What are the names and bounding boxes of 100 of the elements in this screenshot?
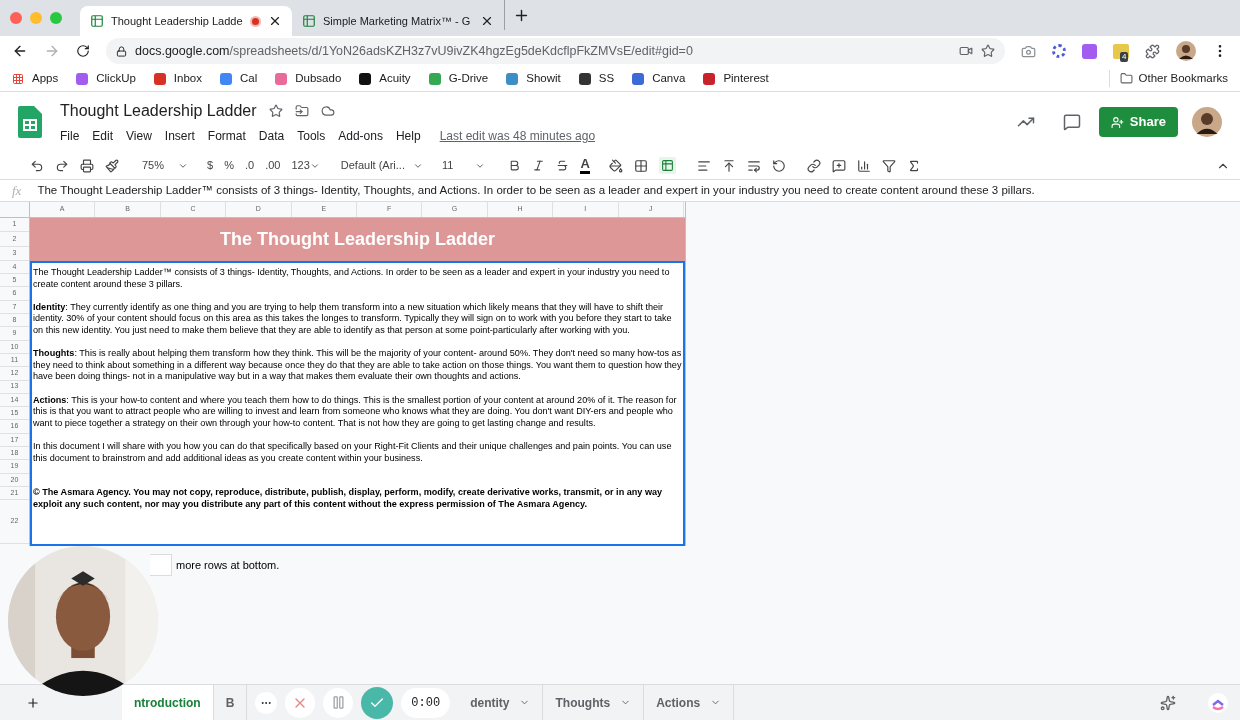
- sheet-tab[interactable]: dentity: [458, 685, 544, 720]
- borders-icon[interactable]: [633, 158, 648, 173]
- reload-icon[interactable]: [76, 44, 90, 58]
- clickup-icon[interactable]: [1208, 692, 1228, 713]
- wrap-icon[interactable]: [746, 158, 761, 173]
- vertical-align-icon[interactable]: [721, 158, 736, 173]
- bookmark-link[interactable]: Canva: [632, 69, 686, 88]
- filter-icon[interactable]: [881, 158, 896, 173]
- document-title[interactable]: Thought Leadership Ladder: [60, 99, 257, 123]
- bookmark-link[interactable]: SS: [578, 69, 615, 88]
- cell-paragraph: The Thought Leadership Ladder™ consists of 3 things- Identity, Thoughts, and Actions. In order to be seen as a leader and expert in your industry you need to create content around these 3 pillars.: [33, 267, 671, 291]
- bookmark-link[interactable]: G-Drive: [428, 69, 489, 88]
- cell-paragraph: Thoughts: This is really about helping them transform how they think. This will be the majority of your content- around 50%. They don't need so many how-tos as they need to think about something in a different way because once they do that they are able to take action on those things. You want them to question how they have been doing things- not in a manipulative way but in a way that makes them evaluate their own thoughts and actions.: [33, 348, 682, 383]
- more-options-button[interactable]: [255, 691, 278, 714]
- menu-item[interactable]: View: [126, 127, 152, 145]
- add-sheet-icon[interactable]: [26, 695, 40, 710]
- bold-icon[interactable]: [508, 159, 522, 172]
- fill-color-icon[interactable]: [608, 158, 623, 173]
- rotate-icon[interactable]: [771, 158, 786, 173]
- share-button[interactable]: Share: [1098, 107, 1178, 137]
- menu-item[interactable]: Insert: [164, 127, 195, 145]
- increase-decimal-button[interactable]: .00: [265, 157, 281, 174]
- bookmark-link[interactable]: ClickUp: [76, 69, 136, 88]
- cell-paragraph: © The Asmara Agency. You may not copy, reproduce, distribute, publish, display, perform, modify, create derivative works, transmit, or in any way exploit any such content, nor may you distribute any part of this content without the express permission of The Asmara Agency.: [33, 487, 664, 511]
- align-icon[interactable]: [696, 158, 711, 173]
- bookmark-link[interactable]: Showit: [506, 69, 561, 88]
- extension-badge: 4: [1120, 51, 1129, 62]
- browser-tab[interactable]: Thought Leadership Ladde: [80, 6, 292, 36]
- menu-item[interactable]: File: [60, 127, 80, 145]
- row-count-field[interactable]: [150, 554, 172, 576]
- menu-item[interactable]: Add-ons: [338, 127, 383, 145]
- number-format-dropdown[interactable]: 123: [291, 157, 320, 174]
- lock-icon: [116, 45, 127, 57]
- person-icon: [1110, 115, 1124, 129]
- redo-icon[interactable]: [55, 158, 69, 173]
- sheet-tab[interactable]: Actions: [644, 685, 735, 720]
- move-icon[interactable]: [294, 104, 309, 118]
- currency-button[interactable]: $: [207, 157, 214, 174]
- avatar-icon[interactable]: [1192, 107, 1222, 137]
- explore-icon[interactable]: [1160, 694, 1176, 711]
- video-camera-icon[interactable]: [959, 44, 973, 58]
- bookmark-link[interactable]: Pinterest: [703, 69, 769, 88]
- merge-cells-button[interactable]: [658, 157, 676, 174]
- extensions-icon[interactable]: [1145, 43, 1160, 59]
- menu-item[interactable]: Format: [207, 127, 246, 145]
- camera-icon[interactable]: [1021, 43, 1036, 59]
- avatar-icon[interactable]: [1176, 41, 1196, 61]
- percent-button[interactable]: %: [224, 157, 234, 174]
- close-tab-icon[interactable]: [268, 14, 282, 28]
- cell-paragraph: Actions: This is your how-to content and where you teach them how to do things. This is the smallest portion of your content at around 20% of it. The reason for this is that you want to attract people who are willing to invest and learn from someone who knows what they are doing. You don't want DIY-ers and people who want to piece together a strategy on their own through your how-to content. That is not how they are going to get lasting change and results.: [33, 394, 678, 430]
- back-icon[interactable]: [12, 43, 28, 59]
- sheet-title: The Thought Leadership Ladder: [220, 228, 495, 251]
- comments-icon[interactable]: [1062, 113, 1081, 131]
- strikethrough-icon[interactable]: [556, 159, 570, 172]
- folder-icon: [1119, 72, 1133, 85]
- font-size-dropdown[interactable]: 11: [441, 157, 486, 174]
- comment-icon[interactable]: [831, 158, 846, 173]
- bookmark-link[interactable]: Apps: [12, 69, 59, 88]
- sheet-tab[interactable]: ntroduction: [122, 685, 214, 720]
- undo-icon[interactable]: [30, 158, 44, 173]
- bookmark-link[interactable]: Cal: [220, 69, 258, 88]
- link-icon[interactable]: [806, 158, 821, 173]
- browser-tab[interactable]: Simple Marketing Matrix™ - G: [292, 6, 504, 36]
- zoom-dropdown[interactable]: 75%: [142, 157, 189, 174]
- menu-item[interactable]: Edit: [92, 127, 114, 145]
- extension-icon[interactable]: [1052, 44, 1066, 58]
- menu-item[interactable]: Tools: [297, 127, 326, 145]
- url-text: docs.google.com/spreadsheets/d/1YoN26adsKZH3z7vU9ivZK4hgzEg5deKdcflpFkZMVsE/edit#gid=0: [135, 42, 694, 60]
- sheet-tab[interactable]: Thoughts: [543, 685, 645, 720]
- bookmark-link[interactable]: Inbox: [153, 69, 202, 88]
- close-tab-icon[interactable]: [480, 14, 494, 28]
- more-rows-label: more rows at bottom.: [176, 557, 280, 573]
- italic-icon[interactable]: [532, 159, 546, 172]
- cell-paragraph: Identity: They currently identify as one thing and you are trying to help them transform into a new situation which likely means that they will have to shift their identity. 30% of your content should focus on this area as this takes the longes to transform. Typically they will sign on to work with you before they start to take on this new identity. You just need to make them believe that they are able to identify as that person at some point-particularly after working with you.: [33, 301, 673, 337]
- apps-icon: [12, 72, 24, 85]
- bookmark-link[interactable]: Dubsado: [275, 69, 342, 88]
- extension-icon[interactable]: 4: [1113, 43, 1129, 59]
- print-icon[interactable]: [80, 158, 94, 173]
- formula-field[interactable]: The Thought Leadership Ladder™ consists of 3 things- Identity, Thoughts, and Actions. In order to be seen as a leader and expert in your industry you need to create content around these 3 pillars.: [37, 181, 1035, 200]
- text-color-button[interactable]: A: [580, 157, 590, 174]
- fx-label: fx: [12, 181, 22, 200]
- extension-icon[interactable]: [1082, 43, 1097, 59]
- spreadsheet-icon: [90, 14, 104, 28]
- menu-item[interactable]: Help: [395, 127, 421, 145]
- paint-format-icon[interactable]: [105, 158, 119, 173]
- menu-item[interactable]: Data: [258, 127, 285, 145]
- spreadsheet-icon: [302, 14, 316, 28]
- decrease-decimal-button[interactable]: .0: [244, 157, 255, 174]
- bookmark-link[interactable]: Acuity: [359, 69, 411, 88]
- star-icon[interactable]: [268, 104, 283, 118]
- sheet-tab[interactable]: B: [213, 685, 248, 720]
- last-edit-link[interactable]: Last edit was 48 minutes ago: [439, 127, 596, 145]
- tab-title: Simple Marketing Matrix™ - G: [323, 13, 472, 29]
- other-bookmarks[interactable]: Other Bookmarks: [1108, 69, 1228, 88]
- address-bar[interactable]: docs.google.com/spreadsheets/d/1YoN26adsKZH3z7vU9ivZK4hgzEg5deKdcflpFkZMVsE/edit#gid=0: [106, 38, 1005, 64]
- chart-icon[interactable]: [856, 158, 871, 173]
- sheets-logo-icon: [18, 106, 42, 138]
- font-dropdown[interactable]: Default (Ari...: [340, 157, 423, 174]
- bookmark-star-icon[interactable]: [981, 44, 995, 58]
- cloud-icon[interactable]: [320, 104, 335, 118]
